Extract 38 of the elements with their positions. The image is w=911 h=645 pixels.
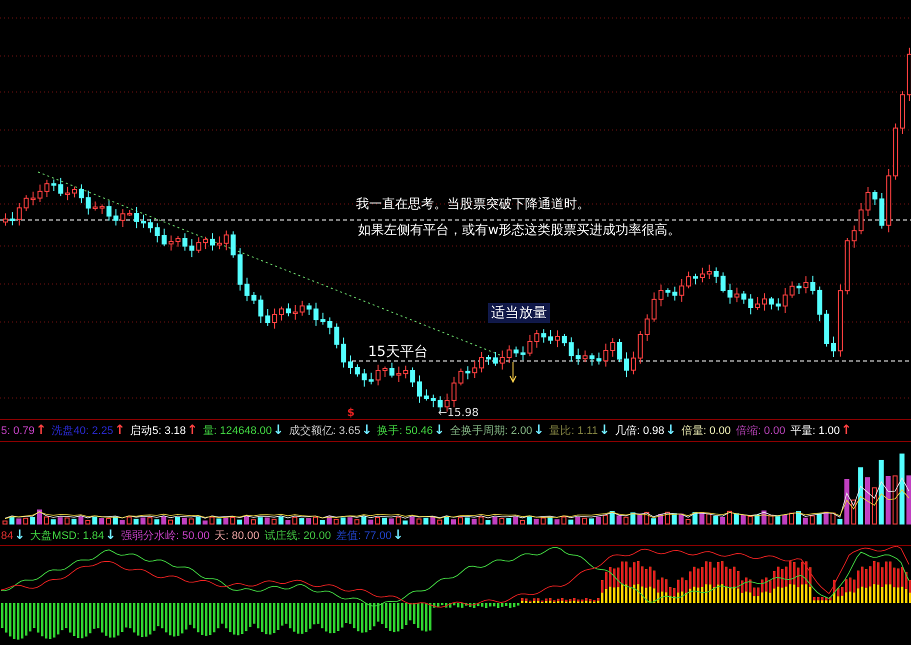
annotation-text: 如果左侧有平台，或有w形态这类股票买进成功率很高。 [358,222,681,239]
trend-arrow: ↑ [114,424,126,437]
indicator-value: 84 [1,530,14,542]
signal-mark: $ [347,406,355,419]
indicator-value: 启动5: 3.18 [130,424,186,438]
indicator-value: 洗盘40: 2.25 [52,424,114,438]
indicator-value: 差值: 77.00 [336,529,392,543]
low-price-label: ←15.98 [438,406,479,419]
trend-arrow: ↓ [533,424,544,437]
indicator-value: 倍量: 0.00 [681,424,731,438]
trend-arrow: ↓ [434,424,445,437]
trend-arrow: ↑ [186,424,198,437]
indicator-value: 倍缩: 0.00 [736,424,786,438]
annotation-text: 我一直在思考。当股票突破下降通道时。 [356,196,590,213]
indicator-value: 试庄线: 20.00 [264,528,331,543]
trend-arrow: ↓ [14,529,26,542]
trend-arrow: ↓ [665,424,676,437]
volume-label: 适当放量 [488,303,550,323]
trend-arrow: ↑ [840,424,852,437]
down-arrow-icon [510,362,516,384]
indicator-value: 换手: 50.46 [377,424,433,438]
indicator-value: 大盘MSD: 1.84 [30,529,104,543]
trend-arrow: ↓ [105,529,116,542]
platform-label: 15天平台 [368,343,428,361]
trend-arrow: ↓ [392,529,404,542]
indicator-value: 量比: 1.11 [549,424,598,438]
indicator-value: 5: 0.79 [1,424,35,436]
trend-arrow: ↓ [598,424,610,437]
trend-arrow: ↓ [272,424,284,437]
indicator-value: 天: 80.00 [214,529,260,543]
trend-arrow: ↑ [36,424,47,437]
indicator-value: 平量: 1.00 [790,424,840,438]
indicator-value: 全换手周期: 2.00 [450,424,532,438]
indicator-value: 几倍: 0.98 [614,424,664,438]
indicator-value: 强弱分水岭: 50.00 [121,529,210,543]
indicator-value: 成交额亿: 3.65 [288,424,360,438]
indicator-value: 量: 124648.00 [202,424,272,438]
trend-arrow: ↓ [361,424,372,437]
